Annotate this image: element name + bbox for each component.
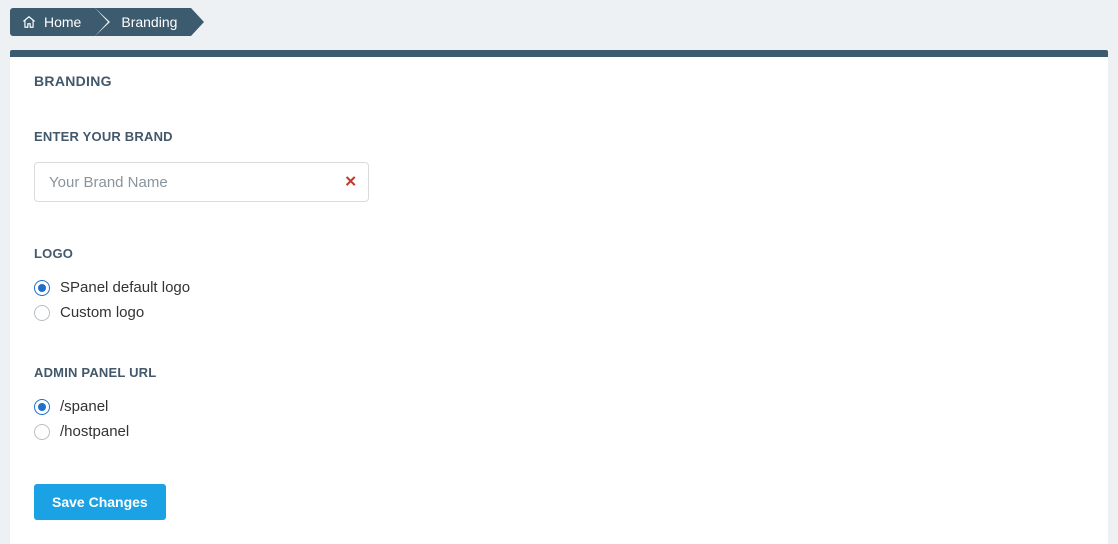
save-button[interactable]: Save Changes [34,484,166,520]
radio-icon [34,280,50,296]
radio-label: SPanel default logo [60,279,190,296]
logo-section-label: LOGO [34,246,1084,261]
brand-section-label: ENTER YOUR BRAND [34,129,1084,144]
page-title: BRANDING [34,73,1084,89]
radio-icon [34,305,50,321]
breadcrumb-current-label: Branding [121,14,177,30]
breadcrumb-home-label: Home [44,14,81,30]
radio-custom-logo[interactable]: Custom logo [34,304,1084,321]
radio-spanel-url[interactable]: /spanel [34,398,1084,415]
radio-spanel-default-logo[interactable]: SPanel default logo [34,279,1084,296]
admin-url-radio-group: /spanel /hostpanel [34,398,1084,440]
radio-hostpanel-url[interactable]: /hostpanel [34,423,1084,440]
clear-icon[interactable]: ✕ [344,175,357,190]
branding-panel: BRANDING ENTER YOUR BRAND ✕ LOGO SPanel … [10,50,1108,544]
logo-radio-group: SPanel default logo Custom logo [34,279,1084,321]
breadcrumb: Home Branding [0,0,1118,50]
radio-icon [34,399,50,415]
admin-url-section-label: ADMIN PANEL URL [34,365,1084,380]
home-icon [22,15,36,29]
breadcrumb-home[interactable]: Home [10,8,95,36]
radio-icon [34,424,50,440]
radio-label: /spanel [60,398,108,415]
brand-name-input[interactable] [34,162,369,202]
radio-label: Custom logo [60,304,144,321]
radio-label: /hostpanel [60,423,129,440]
